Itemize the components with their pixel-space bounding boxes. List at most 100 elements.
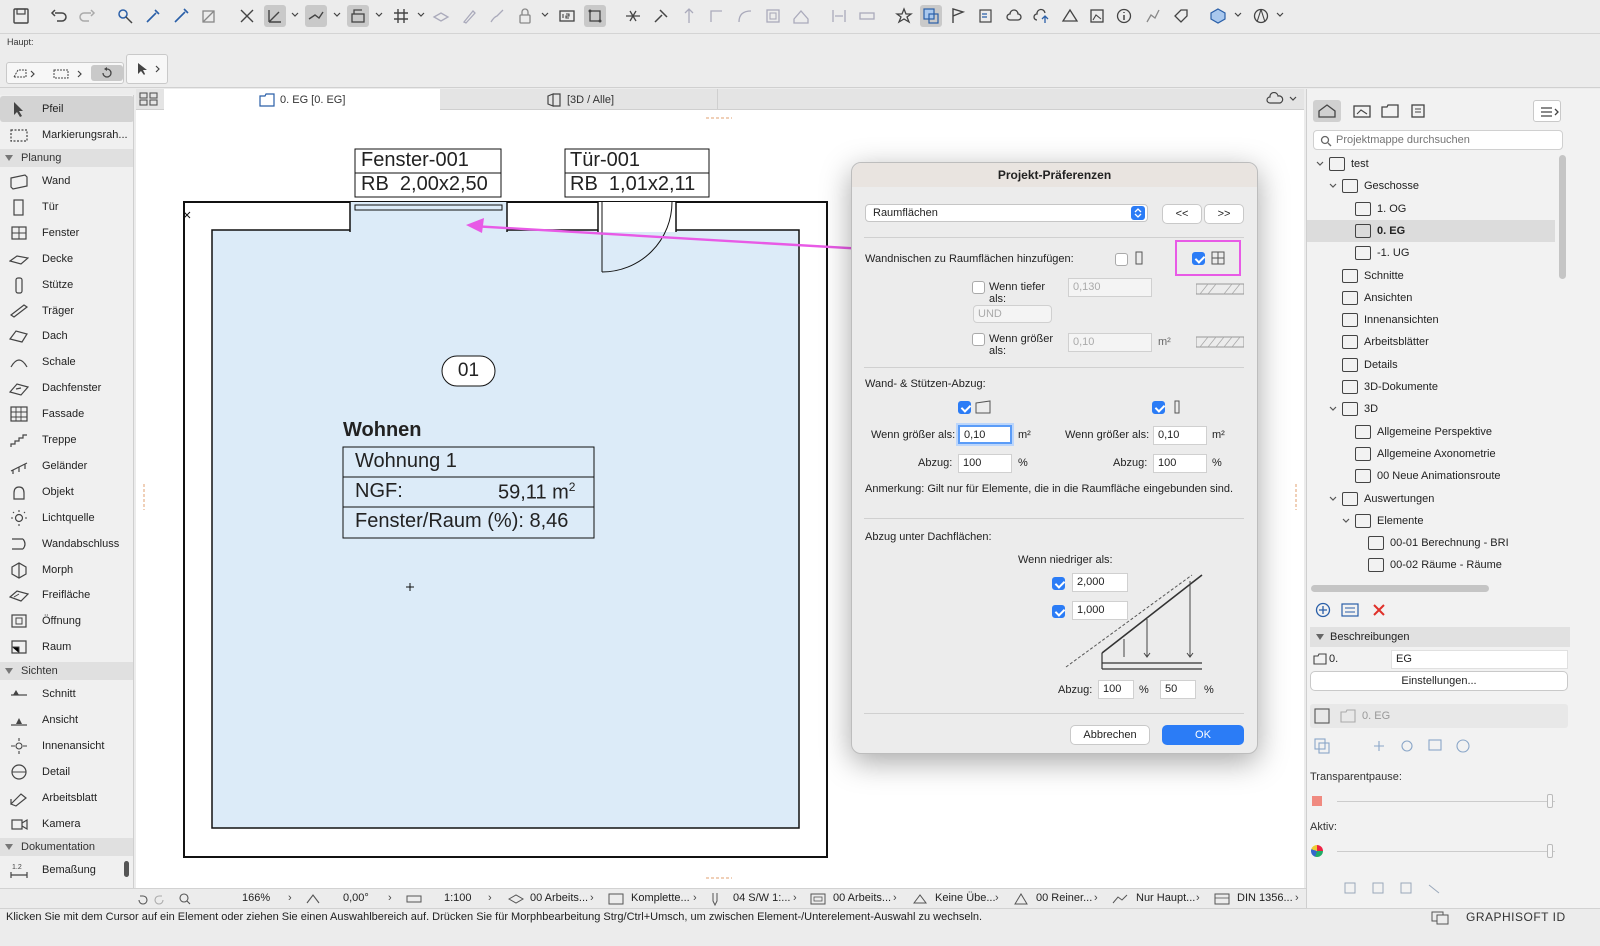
color-swatch-icon[interactable] — [1312, 796, 1322, 806]
zoom-chevron-icon[interactable]: › — [288, 892, 292, 904]
tool-fassade[interactable]: Fassade — [0, 401, 133, 427]
split-icon[interactable] — [650, 5, 672, 27]
tool-objekt[interactable]: Objekt — [0, 479, 133, 505]
renovation-icon[interactable] — [1013, 892, 1029, 906]
niches-window-checkbox[interactable] — [1192, 252, 1205, 265]
chevron-down-icon[interactable] — [1341, 516, 1351, 526]
delete-icon[interactable] — [1371, 602, 1387, 618]
graph-icon[interactable] — [1142, 5, 1164, 27]
windows-icon[interactable] — [1431, 911, 1449, 925]
rotate-select-icon[interactable] — [91, 65, 123, 81]
guideline-icon[interactable] — [264, 5, 286, 27]
override-chevron-icon[interactable]: › — [995, 892, 999, 904]
column-deduct-checkbox[interactable] — [1152, 401, 1165, 414]
favorites-icon[interactable] — [893, 5, 915, 27]
din-icon[interactable] — [1214, 893, 1230, 905]
window-tag-name[interactable]: Fenster-001 — [361, 149, 469, 172]
chevron-down-icon[interactable] — [1234, 11, 1242, 19]
save-icon[interactable] — [10, 5, 32, 27]
model-chevron-icon[interactable]: › — [893, 892, 897, 904]
tool-raum[interactable]: Raum — [0, 634, 133, 660]
publish-icon[interactable] — [1031, 5, 1053, 27]
tool-schnitt[interactable]: Schnitt — [0, 681, 133, 707]
pen-set-icon[interactable] — [710, 892, 720, 906]
chevron-down-icon[interactable] — [333, 11, 341, 19]
prev-button[interactable]: << — [1162, 204, 1202, 224]
tool-bemassung[interactable]: 1.2 Bemaßung — [0, 857, 133, 883]
tree-hscrollbar[interactable] — [1311, 585, 1489, 592]
tree-item[interactable]: Ansichten — [1307, 287, 1555, 309]
dimension-chevron-icon[interactable]: › — [1196, 892, 1200, 904]
scale-chevron-icon[interactable]: › — [488, 892, 492, 904]
tree-item[interactable]: Details — [1307, 354, 1555, 376]
roof-pct1-input[interactable]: 100 — [1098, 680, 1134, 699]
renovation-chevron-icon[interactable]: › — [1094, 892, 1098, 904]
redo-icon[interactable] — [76, 5, 98, 27]
tool-traeger[interactable]: Träger — [0, 298, 133, 324]
chevron-down-icon[interactable] — [541, 11, 549, 19]
angle-value[interactable]: 0,00° — [343, 892, 369, 904]
chevron-down-icon[interactable] — [417, 11, 425, 19]
niches-door-checkbox[interactable] — [1115, 253, 1128, 266]
category-dropdown[interactable]: Raumflächen — [865, 204, 1148, 222]
pen-tool-icon[interactable] — [458, 5, 480, 27]
structure-display[interactable]: Komplette... — [631, 892, 690, 904]
distribute-icon[interactable] — [856, 5, 878, 27]
structure-icon[interactable] — [608, 893, 624, 905]
tree-item[interactable]: Innenansichten — [1307, 309, 1555, 331]
next-button[interactable]: >> — [1204, 204, 1244, 224]
quick-options-icon[interactable] — [920, 5, 942, 27]
tool-pfeil[interactable]: Pfeil — [0, 96, 133, 122]
cancel-button[interactable]: Abbrechen — [1070, 725, 1150, 745]
tool-kamera[interactable]: Kamera — [0, 811, 133, 837]
brush-icon[interactable] — [486, 5, 508, 27]
door-tag-size[interactable]: RB 1,01x2,11 — [570, 173, 695, 196]
cloud-sync-icon[interactable] — [1266, 92, 1300, 106]
wall-deduct-checkbox[interactable] — [958, 401, 971, 414]
flag-icon[interactable] — [947, 5, 969, 27]
larger-input[interactable]: 0,10 — [1068, 333, 1152, 352]
tool-morph[interactable]: Morph — [0, 557, 133, 583]
deeper-checkbox[interactable] — [972, 281, 985, 294]
intersect-icon[interactable] — [236, 5, 258, 27]
color-wheel-icon[interactable] — [1311, 845, 1323, 857]
suspend-groups-icon[interactable] — [347, 5, 369, 27]
navigator-search-input[interactable] — [1336, 132, 1556, 148]
tool-tuer[interactable]: Tür — [0, 194, 133, 220]
magic-wand-icon[interactable] — [198, 5, 220, 27]
orientation-icon[interactable] — [305, 893, 321, 905]
numbers-icon[interactable] — [556, 5, 578, 27]
tool-dachfenster[interactable]: Dachfenster — [0, 375, 133, 401]
scale-icon[interactable] — [406, 893, 422, 905]
navigator-search[interactable] — [1313, 130, 1563, 150]
tree-item[interactable]: Allgemeine Perspektive — [1307, 421, 1555, 443]
layers-icon[interactable] — [508, 893, 524, 905]
chevron-down-icon[interactable] — [375, 11, 383, 19]
tool-lichtquelle[interactable]: Lichtquelle — [0, 505, 133, 531]
trace-tools-icon[interactable] — [1313, 737, 1553, 755]
und-select[interactable]: UND — [973, 305, 1052, 323]
tool-treppe[interactable]: Treppe — [0, 427, 133, 453]
active-slider-thumb[interactable] — [1547, 844, 1553, 858]
tree-item[interactable]: -1. UG — [1307, 242, 1555, 264]
renovation-filter[interactable]: 00 Reiner... — [1036, 892, 1092, 904]
selection-method[interactable] — [6, 62, 124, 84]
tree-item[interactable]: 00-02 Räume - Räume — [1307, 554, 1555, 573]
info-icon[interactable] — [1113, 5, 1135, 27]
tab-3d[interactable]: [3D / Alle] — [440, 89, 718, 110]
graphic-override[interactable]: Keine Übe... — [935, 892, 996, 904]
tab-floor-plan[interactable]: 0. EG [0. EG] — [164, 89, 440, 110]
chevron-down-icon[interactable] — [1276, 11, 1284, 19]
tool-oeffnung[interactable]: Öffnung — [0, 608, 133, 634]
brand-label[interactable]: GRAPHISOFT ID — [1466, 910, 1566, 924]
layer-icon[interactable] — [430, 5, 452, 27]
active-slider[interactable] — [1337, 851, 1555, 852]
window-tag-size[interactable]: RB 2,00x2,50 — [361, 173, 488, 196]
chevron-down-icon[interactable] — [1328, 404, 1338, 414]
tag-icon[interactable] — [1170, 5, 1192, 27]
model-view-options[interactable]: 00 Arbeits... — [833, 892, 891, 904]
tool-freiflaeche[interactable]: Freifläche — [0, 582, 133, 608]
project-map-icon[interactable] — [1313, 100, 1341, 122]
pen-chevron-icon[interactable]: › — [793, 892, 797, 904]
publisher-icon[interactable] — [1409, 104, 1427, 118]
